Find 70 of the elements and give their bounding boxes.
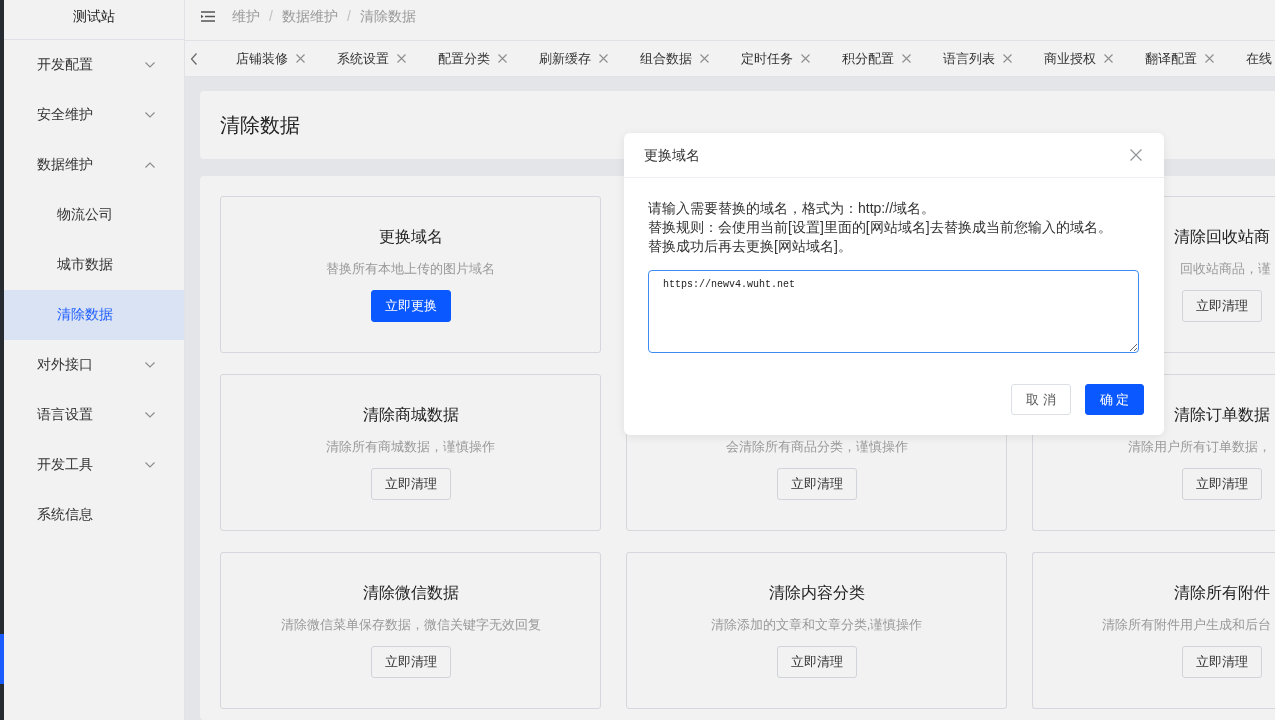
breadcrumb-current: 清除数据 — [359, 7, 416, 25]
tab[interactable]: 店铺装修 — [220, 40, 321, 77]
sidebar-item[interactable]: 语言设置 — [4, 390, 184, 440]
sidebar-subitem[interactable]: 物流公司 — [4, 190, 184, 240]
action-button[interactable]: 立即更换 — [370, 290, 451, 322]
confirm-button[interactable]: 确 定 — [1085, 384, 1144, 415]
tab[interactable]: 在线 — [1230, 40, 1272, 77]
cancel-button[interactable]: 取 消 — [1011, 384, 1071, 415]
card-title: 清除微信数据 — [362, 583, 459, 603]
action-button[interactable]: 立即清理 — [370, 468, 451, 500]
site-title: 测试站 — [73, 7, 115, 25]
dialog-text: 替换规则：会使用当前[设置]里面的[网站域名]去替换成当前您输入的域名。 — [648, 218, 1113, 237]
action-button[interactable]: 立即清理 — [1182, 646, 1262, 678]
tab[interactable]: 配置分类 — [422, 40, 523, 77]
action-button[interactable]: 立即清理 — [776, 468, 857, 500]
close-icon[interactable] — [1104, 54, 1113, 63]
card-description: 清除所有附件用户生成和后台 — [1102, 616, 1271, 634]
tab[interactable]: 积分配置 — [826, 40, 927, 77]
card-description: 清除所有商城数据，谨慎操作 — [326, 438, 495, 456]
tab[interactable]: 商业授权 — [1028, 40, 1129, 77]
close-icon[interactable] — [599, 54, 608, 63]
menu-icon[interactable] — [201, 10, 215, 22]
card-description: 回收站商品，谨 — [1180, 260, 1271, 278]
card-description: 会清除所有商品分类，谨慎操作 — [725, 438, 908, 456]
domain-input[interactable]: https://newv4.wuht.net — [648, 270, 1139, 353]
close-icon[interactable] — [700, 54, 709, 63]
close-icon[interactable] — [1130, 149, 1142, 161]
tab[interactable]: 翻译配置 — [1129, 40, 1230, 77]
close-icon[interactable] — [498, 54, 507, 63]
card-title: 更换域名 — [378, 227, 443, 247]
tab[interactable]: 组合数据 — [624, 40, 725, 77]
sidebar-item[interactable]: 数据维护 — [4, 140, 184, 190]
tab[interactable]: 刷新缓存 — [523, 40, 624, 77]
card-title: 清除订单数据 — [1174, 405, 1270, 425]
close-icon[interactable] — [801, 54, 810, 63]
card-description: 清除添加的文章和文章分类,谨慎操作 — [710, 616, 923, 634]
tab[interactable]: 系统设置 — [321, 40, 422, 77]
dialog-text: 替换成功后再去更换[网站域名]。 — [648, 237, 853, 256]
chevron-left-icon[interactable] — [190, 52, 198, 65]
sidebar-subitem[interactable]: 清除数据 — [4, 290, 184, 340]
sidebar-item[interactable]: 对外接口 — [4, 340, 184, 390]
dialog-text: 请输入需要替换的域名，格式为：http://域名。 — [648, 199, 937, 218]
card-title: 清除内容分类 — [768, 583, 865, 603]
tab[interactable]: 语言列表 — [927, 40, 1028, 77]
action-button[interactable]: 立即清理 — [1182, 468, 1262, 500]
close-icon[interactable] — [902, 54, 911, 63]
card-description: 清除用户所有订单数据， — [1128, 438, 1271, 456]
tab[interactable]: 定时任务 — [725, 40, 826, 77]
dialog-title: 更换域名 — [644, 146, 700, 164]
sidebar-item[interactable]: 开发工具 — [4, 440, 184, 490]
card-title: 清除所有附件 — [1174, 583, 1270, 603]
card-title: 清除商城数据 — [362, 405, 459, 425]
close-icon[interactable] — [397, 54, 406, 63]
action-button[interactable]: 立即清理 — [776, 646, 857, 678]
page-title: 清除数据 — [220, 113, 300, 138]
card-title: 清除回收站商 — [1174, 227, 1270, 247]
breadcrumb-separator: / — [346, 7, 351, 25]
breadcrumb-separator: / — [269, 7, 273, 25]
sidebar-item[interactable]: 开发配置 — [4, 40, 184, 90]
close-icon[interactable] — [1205, 54, 1214, 63]
sidebar-item[interactable]: 系统信息 — [4, 490, 184, 540]
sidebar-item[interactable]: 安全维护 — [4, 90, 184, 140]
action-button[interactable]: 立即清理 — [370, 646, 451, 678]
card-description: 清除微信菜单保存数据，微信关键字无效回复 — [280, 616, 541, 634]
close-icon[interactable] — [1003, 54, 1012, 63]
edge-highlight — [0, 634, 4, 684]
card-description: 替换所有本地上传的图片域名 — [326, 260, 495, 278]
sidebar-subitem[interactable]: 城市数据 — [4, 240, 184, 290]
action-button[interactable]: 立即清理 — [1182, 290, 1262, 322]
close-icon[interactable] — [296, 54, 305, 63]
